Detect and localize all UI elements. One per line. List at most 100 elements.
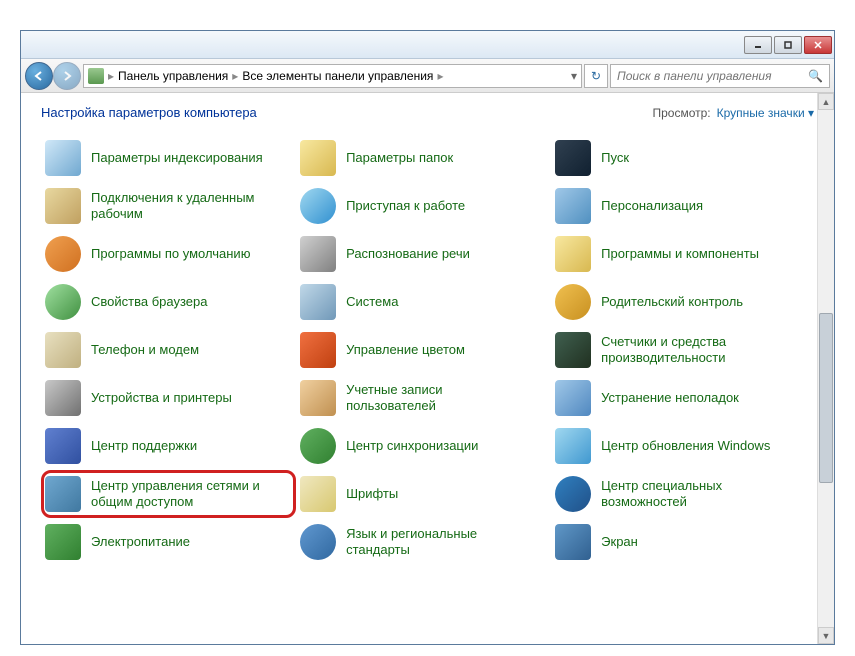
scroll-down-button[interactable]: ▼ — [818, 627, 834, 644]
item-label: Экран — [601, 534, 638, 550]
grid-column: Пуск Персонализация Программы и компоненты… — [551, 134, 806, 566]
monitor-icon — [555, 188, 591, 224]
chevron-right-icon: ▸ — [435, 69, 445, 83]
control-panel-icon — [88, 68, 104, 84]
titlebar — [21, 31, 834, 59]
item-label: Центр синхронизации — [346, 438, 478, 454]
control-panel-item[interactable]: Устройства и принтеры — [41, 374, 296, 422]
control-panel-item[interactable]: Центр обновления Windows — [551, 422, 806, 470]
trouble-icon — [555, 380, 591, 416]
control-panel-window: ▸ Панель управления ▸ Все элементы панел… — [20, 30, 835, 645]
printer-icon — [45, 380, 81, 416]
folder-icon — [300, 140, 336, 176]
back-button[interactable] — [25, 62, 53, 90]
control-panel-item[interactable]: Свойства браузера — [41, 278, 296, 326]
control-panel-item[interactable]: Подключения к удаленным рабочим — [41, 182, 296, 230]
items-grid: Параметры индексирования Подключения к уд… — [41, 134, 814, 566]
item-label: Родительский контроль — [601, 294, 743, 310]
control-panel-item[interactable]: Распознование речи — [296, 230, 551, 278]
search-box[interactable]: 🔍 — [610, 64, 830, 88]
control-panel-item[interactable]: Экран — [551, 518, 806, 566]
control-panel-item[interactable]: Центр управления сетями и общим доступом — [41, 470, 296, 518]
breadcrumb-item[interactable]: Все элементы панели управления — [242, 69, 433, 83]
scroll-thumb[interactable] — [819, 313, 833, 483]
refresh-button[interactable]: ↻ — [584, 64, 608, 88]
view-selector: Просмотр: Крупные значки ▾ — [652, 106, 814, 120]
item-label: Центр специальных возможностей — [601, 478, 781, 511]
breadcrumb[interactable]: ▸ Панель управления ▸ Все элементы панел… — [83, 64, 582, 88]
control-panel-item[interactable]: Электропитание — [41, 518, 296, 566]
item-label: Центр поддержки — [91, 438, 197, 454]
update-icon — [555, 428, 591, 464]
rdp-icon — [45, 188, 81, 224]
folder-icon — [555, 236, 591, 272]
forward-button[interactable] — [53, 62, 81, 90]
control-panel-item[interactable]: Персонализация — [551, 182, 806, 230]
search-icon — [45, 140, 81, 176]
phone-icon — [45, 332, 81, 368]
lang-icon — [300, 524, 336, 560]
close-button[interactable] — [804, 36, 832, 54]
control-panel-item[interactable]: Управление цветом — [296, 326, 551, 374]
default-icon — [45, 236, 81, 272]
start-icon — [300, 188, 336, 224]
item-label: Параметры папок — [346, 150, 453, 166]
chevron-right-icon: ▸ — [230, 69, 240, 83]
breadcrumb-item[interactable]: Панель управления — [118, 69, 228, 83]
minimize-button[interactable] — [744, 36, 772, 54]
maximize-button[interactable] — [774, 36, 802, 54]
scrollbar[interactable]: ▲ ▼ — [817, 93, 834, 644]
heading-row: Настройка параметров компьютера Просмотр… — [41, 105, 814, 120]
users-icon — [300, 380, 336, 416]
search-icon[interactable]: 🔍 — [808, 69, 823, 83]
item-label: Параметры индексирования — [91, 150, 263, 166]
breadcrumb-dropdown-icon[interactable]: ▾ — [571, 69, 577, 83]
control-panel-item[interactable]: Система — [296, 278, 551, 326]
item-label: Система — [346, 294, 398, 310]
item-label: Пуск — [601, 150, 629, 166]
item-label: Учетные записи пользователей — [346, 382, 526, 415]
power-icon — [45, 524, 81, 560]
control-panel-item[interactable]: Приступая к работе — [296, 182, 551, 230]
control-panel-item[interactable]: Программы и компоненты — [551, 230, 806, 278]
system-icon — [300, 284, 336, 320]
item-label: Устранение неполадок — [601, 390, 739, 406]
control-panel-item[interactable]: Параметры индексирования — [41, 134, 296, 182]
page-title: Настройка параметров компьютера — [41, 105, 257, 120]
item-label: Подключения к удаленным рабочим — [91, 190, 271, 223]
start2-icon — [555, 140, 591, 176]
control-panel-item[interactable]: Устранение неполадок — [551, 374, 806, 422]
control-panel-item[interactable]: Телефон и модем — [41, 326, 296, 374]
access-icon — [555, 476, 591, 512]
control-panel-item[interactable]: Пуск — [551, 134, 806, 182]
grid-column: Параметры индексирования Подключения к уд… — [41, 134, 296, 566]
control-panel-item[interactable]: Учетные записи пользователей — [296, 374, 551, 422]
mic-icon — [300, 236, 336, 272]
control-panel-item[interactable]: Центр поддержки — [41, 422, 296, 470]
search-input[interactable] — [617, 69, 808, 83]
view-label: Просмотр: — [652, 106, 710, 120]
main-panel: Настройка параметров компьютера Просмотр… — [21, 93, 834, 644]
color-icon — [300, 332, 336, 368]
control-panel-item[interactable]: Счетчики и средства производительности — [551, 326, 806, 374]
control-panel-item[interactable]: Параметры папок — [296, 134, 551, 182]
item-label: Центр обновления Windows — [601, 438, 770, 454]
content-area: Настройка параметров компьютера Просмотр… — [21, 93, 834, 644]
screen-icon — [555, 524, 591, 560]
control-panel-item[interactable]: Центр синхронизации — [296, 422, 551, 470]
browser-icon — [45, 284, 81, 320]
control-panel-item[interactable]: Родительский контроль — [551, 278, 806, 326]
control-panel-item[interactable]: Центр специальных возможностей — [551, 470, 806, 518]
item-label: Приступая к работе — [346, 198, 465, 214]
nav-buttons — [25, 62, 81, 90]
item-label: Управление цветом — [346, 342, 465, 358]
perf-icon — [555, 332, 591, 368]
scroll-up-button[interactable]: ▲ — [818, 93, 834, 110]
font-icon — [300, 476, 336, 512]
control-panel-item[interactable]: Язык и региональные стандарты — [296, 518, 551, 566]
control-panel-item[interactable]: Программы по умолчанию — [41, 230, 296, 278]
item-label: Шрифты — [346, 486, 398, 502]
control-panel-item[interactable]: Шрифты — [296, 470, 551, 518]
view-dropdown[interactable]: Крупные значки ▾ — [717, 106, 814, 120]
item-label: Персонализация — [601, 198, 703, 214]
